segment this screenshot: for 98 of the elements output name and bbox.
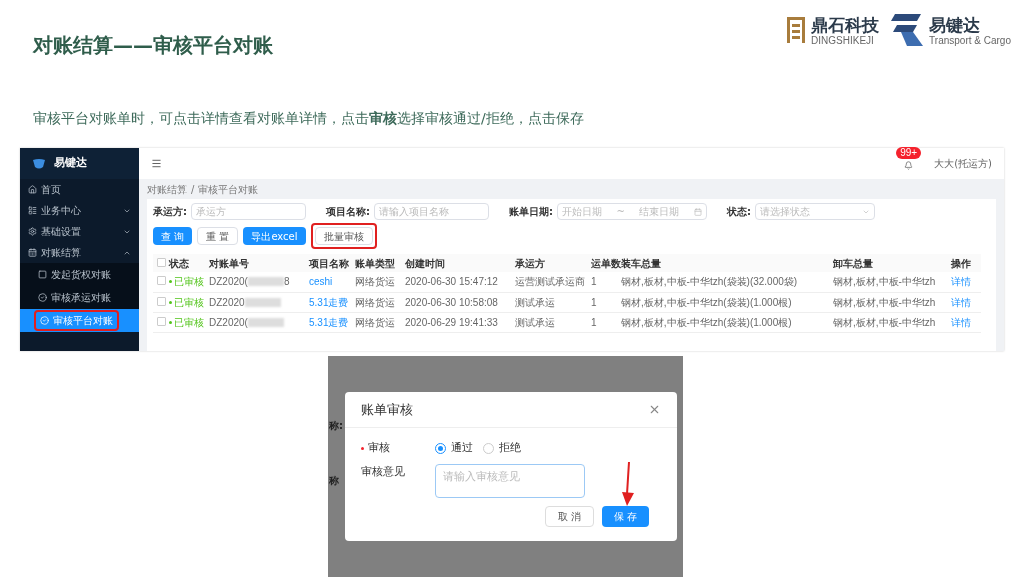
table-cell-text: DZ2020( (209, 315, 248, 330)
detail-link[interactable]: 详情 (951, 316, 971, 328)
blurred-area (247, 277, 284, 287)
toolbar-button[interactable]: 查 询 (153, 227, 193, 245)
menu-icon[interactable] (151, 158, 162, 169)
logo-icon (785, 15, 808, 45)
breadcrumb-item: 审核平台对账 (198, 182, 259, 197)
table-cell: 1 (591, 316, 597, 328)
table-cell: 测试承运 (515, 296, 555, 308)
notification-badge: 99+ (896, 146, 922, 159)
status-text: 已审核 (174, 275, 204, 290)
breadcrumb-item[interactable]: 对账结算 (147, 181, 187, 197)
slide-subtitle: 审核平台对账单时，可点击详情查看对账单详情，点击审核选择审核通过/拒绝，点击保存 (32, 109, 585, 128)
table-cell: 1 (591, 296, 597, 308)
project-link[interactable]: 5.31走费 (309, 316, 349, 328)
radio-option[interactable]: 通过 (435, 439, 473, 457)
menu-item-icon (38, 270, 47, 279)
table-cell: 测试承运 (515, 316, 555, 328)
column-header: 创建时间 (405, 254, 515, 272)
table-cell: 钢材,板材,中板-中华tzh(袋装)(1.000根) (621, 296, 792, 308)
filter-label: 账单日期: (509, 205, 553, 219)
toolbar-button[interactable]: 重 置 (197, 227, 239, 245)
radio-option[interactable]: 拒绝 (483, 439, 521, 457)
background-label: 称 (329, 474, 340, 488)
column-header: 对账单号 (209, 254, 309, 272)
toolbar-button[interactable]: 导出excel (243, 227, 306, 245)
checkbox[interactable] (157, 257, 166, 267)
background-label: 称: (329, 419, 343, 433)
column-header: 卸车总量 (833, 254, 951, 272)
text-field[interactable]: 请输入项目名称 (374, 203, 489, 220)
arrow-annotation (622, 461, 634, 506)
brand-name: 易键达 (54, 155, 87, 172)
project-link[interactable]: ceshi (309, 276, 333, 288)
user-name[interactable]: 大大(托运方) (934, 156, 992, 171)
table-cell: 2020-06-30 15:47:12 (405, 276, 498, 288)
checkbox[interactable] (157, 296, 166, 306)
column-header: 承运方 (515, 254, 591, 272)
table-cell: 钢材,板材,中板-中华tzh (833, 296, 936, 308)
table-cell: 钢材,板材,中板-中华tzh (833, 316, 936, 328)
detail-link[interactable]: 详情 (951, 296, 971, 308)
table-cell: 1 (591, 276, 597, 288)
table-cell: 钢材,板材,中板-中华tzh(袋装)(1.000根) (621, 316, 792, 328)
detail-link[interactable]: 详情 (951, 276, 971, 288)
sidebar-item[interactable]: 首页 (20, 179, 139, 200)
column-header: 操作 (951, 254, 981, 272)
column-header: 装车总量 (621, 254, 833, 272)
slide-title: 对账结算——审核平台对账 (33, 32, 273, 59)
table-cell: 钢材,板材,中板-中华tzh (833, 276, 936, 288)
field-label: 审核意见 (361, 464, 406, 481)
table-cell: 2020-06-29 19:41:33 (405, 316, 498, 328)
table-cell: 运营测试承运商 (515, 276, 585, 288)
calendar-icon (694, 207, 702, 216)
dialog-button[interactable]: 取 消 (544, 506, 594, 528)
filter-label: 状态: (727, 205, 751, 219)
logo-icon (891, 12, 926, 48)
status-text: 已审核 (174, 315, 204, 330)
table-cell: 网络货运 (355, 296, 395, 308)
column-header: 项目名称 (309, 254, 355, 272)
bell-icon[interactable] (904, 160, 914, 170)
table-cell: 网络货运 (355, 316, 395, 328)
sidebar-item[interactable]: 业务中心 (20, 200, 139, 221)
breadcrumb-separator: / (191, 182, 195, 197)
table-cell: 网络货运 (355, 276, 395, 288)
menu-item-icon (28, 227, 37, 236)
menu-item-icon (28, 185, 37, 194)
table-cell-text: 8 (283, 275, 290, 290)
column-header: 账单类型 (355, 254, 405, 272)
menu-item-icon (40, 316, 49, 325)
toolbar-button[interactable]: 批量审核 (314, 227, 373, 245)
filter-label: 项目名称: (326, 205, 370, 219)
table-cell-text: DZ2020 (209, 295, 245, 310)
column-header: 运单数 (591, 254, 621, 272)
comment-field[interactable]: 请输入审核意见 (435, 464, 585, 499)
table-cell: 2020-06-30 10:58:08 (405, 296, 498, 308)
menu-item-icon (38, 293, 47, 302)
menu-item-icon (28, 206, 37, 215)
logo-name: 鼎石科技 (811, 14, 880, 35)
filter-label: 承运方: (153, 205, 187, 219)
menu-item-icon (28, 248, 37, 257)
sidebar-item[interactable]: 基础设置 (20, 221, 139, 242)
column-header: 状态 (169, 254, 209, 272)
blurred-area (247, 317, 284, 327)
logo-icon (32, 157, 46, 170)
status-text: 已审核 (174, 295, 204, 310)
logo-tagline: DINGSHIKEJI (811, 34, 875, 46)
sidebar-subitem[interactable]: 审核平台对账 (34, 310, 119, 331)
blurred-area (244, 297, 281, 307)
checkbox[interactable] (157, 316, 166, 326)
project-link[interactable]: 5.31走费 (309, 296, 349, 308)
logo-tagline: Transport & Cargo (929, 34, 1011, 46)
checkbox[interactable] (157, 276, 166, 286)
table-cell-text: DZ2020( (209, 275, 248, 290)
dialog-title: 账单审核 (361, 400, 413, 419)
logo-name: 易键达 (929, 14, 982, 35)
table-cell: 钢材,板材,中板-中华tzh(袋装)(32.000袋) (621, 276, 798, 288)
dialog-button[interactable]: 保 存 (601, 506, 649, 528)
sidebar-item[interactable]: 对账结算 (20, 242, 139, 263)
field-label: 审核 (368, 439, 390, 456)
